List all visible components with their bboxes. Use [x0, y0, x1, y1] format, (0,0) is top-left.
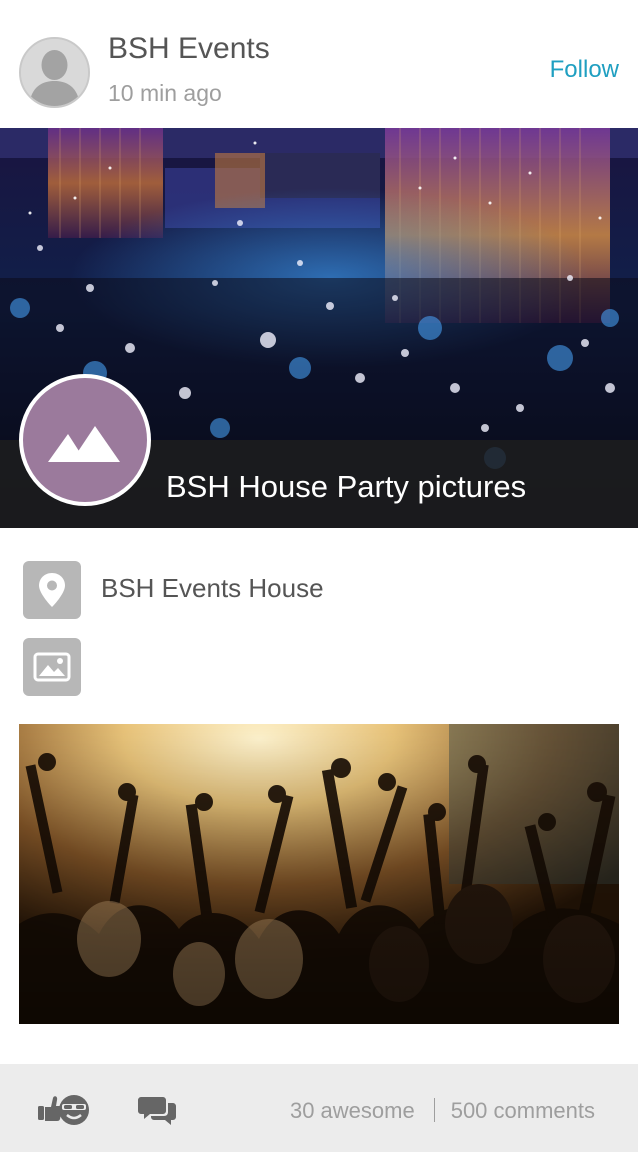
speech-bubbles-icon[interactable]: [138, 1093, 176, 1129]
media-icon-tile: [23, 638, 81, 696]
album-title[interactable]: BSH House Party pictures: [166, 469, 526, 505]
awesome-count[interactable]: 30 awesome: [290, 1098, 415, 1123]
post-header: BSH Events 10 min ago Follow: [0, 0, 638, 128]
comments-count[interactable]: 500 comments: [451, 1098, 595, 1123]
hero-image[interactable]: BSH House Party pictures: [0, 128, 638, 528]
crowd-photo: [19, 724, 619, 1024]
post-stats: 30 awesome 500 comments: [290, 1098, 595, 1124]
map-pin-icon: [39, 573, 65, 607]
author-name[interactable]: BSH Events: [108, 32, 270, 66]
album-badge[interactable]: [19, 374, 151, 506]
follow-button[interactable]: Follow: [550, 56, 619, 84]
post-timestamp: 10 min ago: [108, 80, 222, 106]
image-icon: [33, 652, 71, 682]
avatar[interactable]: [19, 37, 90, 108]
person-silhouette-icon: [21, 39, 88, 106]
location-icon-tile: [23, 561, 81, 619]
party-photo[interactable]: [19, 724, 619, 1024]
location-name[interactable]: BSH Events House: [101, 573, 324, 604]
post-footer: 30 awesome 500 comments: [0, 1064, 638, 1152]
thumbs-up-emoji-icon[interactable]: [36, 1092, 92, 1126]
stats-divider: [433, 1098, 435, 1122]
mountains-icon: [48, 426, 120, 462]
